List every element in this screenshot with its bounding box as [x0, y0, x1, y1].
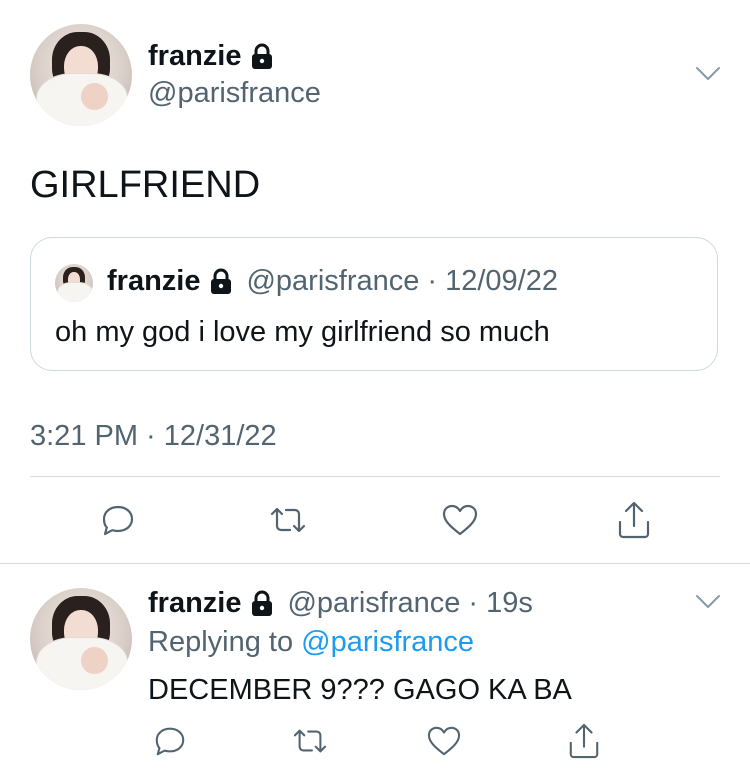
reply-icon	[102, 505, 134, 536]
quoted-author-name: franzie	[107, 265, 201, 297]
share-icon	[569, 723, 599, 759]
quoted-tweet-card[interactable]: franzie @parisfrance · 12/09/22 oh my go…	[30, 237, 718, 371]
quoted-text: oh my god i love my girlfriend so much	[55, 316, 550, 348]
reply-author-name[interactable]: franzie	[148, 587, 241, 620]
tweet-timestamp[interactable]: 3:21 PM · 12/31/22	[30, 420, 277, 453]
reply-icon	[155, 727, 185, 756]
tweet-text: GIRLFRIEND	[30, 164, 261, 206]
reply-button[interactable]	[98, 500, 138, 540]
avatar-hand	[81, 647, 108, 674]
lock-icon	[211, 268, 232, 294]
reply-author-handle[interactable]: @parisfrance	[287, 587, 460, 620]
replying-to-line: Replying to @parisfrance	[148, 626, 474, 659]
heart-icon	[427, 726, 461, 756]
retweet-icon	[270, 507, 306, 533]
share-icon	[618, 501, 650, 539]
share-button[interactable]	[614, 498, 654, 542]
reply-button[interactable]	[150, 722, 190, 760]
divider	[30, 476, 720, 477]
avatar[interactable]	[30, 24, 132, 126]
retweet-icon	[293, 729, 327, 753]
author-name-row[interactable]: franzie	[148, 40, 275, 73]
chevron-down-icon[interactable]	[695, 594, 721, 610]
author-name: franzie	[148, 40, 242, 72]
author-handle[interactable]: @parisfrance	[148, 77, 321, 110]
like-button[interactable]	[424, 722, 464, 760]
quoted-header: franzie @parisfrance · 12/09/22	[107, 265, 558, 298]
quoted-avatar	[55, 264, 93, 302]
reply-separator: ·	[468, 587, 479, 619]
chevron-down-icon[interactable]	[695, 66, 721, 82]
reply-avatar[interactable]	[30, 588, 132, 690]
avatar-hood	[57, 282, 93, 302]
lock-icon	[252, 590, 273, 616]
reply-time[interactable]: 19s	[486, 587, 533, 620]
replying-to-prefix: Replying to	[148, 626, 294, 658]
quoted-separator: ·	[427, 265, 438, 297]
replying-to-handle[interactable]: @parisfrance	[301, 626, 474, 658]
retweet-button[interactable]	[290, 722, 330, 760]
like-button[interactable]	[440, 500, 480, 540]
heart-icon	[442, 504, 478, 536]
share-button[interactable]	[564, 720, 604, 762]
reply-text: DECEMBER 9??? GAGO KA BA	[148, 674, 572, 706]
quoted-author-handle: @parisfrance	[246, 265, 420, 297]
divider	[0, 563, 750, 564]
reply-header: franzie @parisfrance · 19s	[148, 587, 533, 620]
avatar-hand	[81, 83, 108, 110]
lock-icon	[252, 43, 273, 69]
retweet-button[interactable]	[268, 500, 308, 540]
quoted-date: 12/09/22	[445, 265, 558, 297]
